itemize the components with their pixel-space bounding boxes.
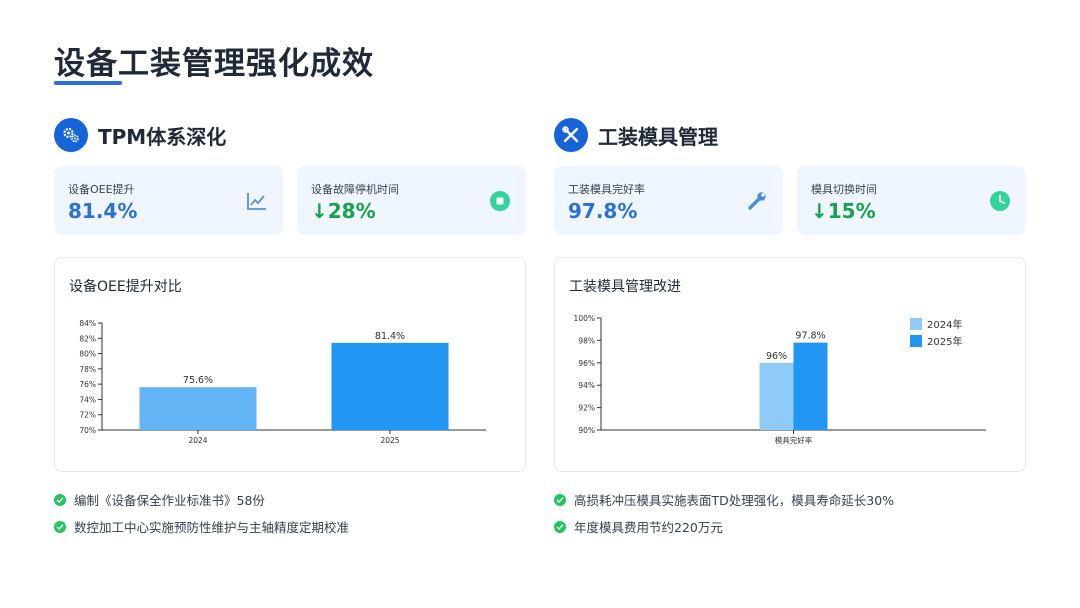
y-tick-label: 98% [578,336,595,345]
bullet-item: 年度模具费用节约220万元 [554,517,723,536]
y-tick-label: 78% [79,365,96,374]
oee-bar-chart: 70% 72% 74% 76% 78% 80% 82% 84% 75.6% 2024 81.4% 20… [79,319,486,445]
bullet-text: 编制《设备保全作业标准书》58份 [74,493,265,508]
legend-swatch [910,318,922,330]
y-tick-label: 96% [578,359,595,368]
y-tick-label: 94% [578,381,595,390]
y-tick-label: 80% [79,350,96,359]
check-icon [554,520,566,533]
bullet-item: 编制《设备保全作业标准书》58份 [54,490,265,509]
legend-label: 2024年 [927,318,962,331]
data-label: 97.8% [795,331,825,342]
kpi-label: 模具切换时间 [811,183,877,196]
y-tick-label: 82% [79,334,96,343]
bullet-item: 数控加工中心实施预防性维护与主轴精度定期校准 [54,517,349,536]
page-title: 设备工装管理强化成效 [54,46,374,82]
section-header-tooling: 工装模具管理 [554,118,718,152]
title-underline [54,81,122,85]
kpi-card-oee: 设备OEE提升 81.4% [54,166,283,235]
bar [331,342,449,430]
y-tick-label: 76% [79,380,96,389]
kpi-label: 工装模具完好率 [568,183,645,196]
data-label: 75.6% [183,375,213,386]
kpi-card-changeover: 模具切换时间 ↓15% [797,166,1026,235]
bar [793,342,828,430]
tools-icon [554,118,588,152]
section-title: 工装模具管理 [598,124,718,149]
check-icon [54,520,66,533]
y-tick-label: 70% [79,426,96,435]
line-chart-icon [245,189,269,213]
y-tick-label: 90% [578,426,595,435]
bar [139,387,257,430]
bullet-item: 高损耗冲压模具实施表面TD处理强化，模具寿命延长30% [554,490,894,509]
kpi-value: 97.8% [568,199,638,223]
legend-label: 2025年 [927,335,962,348]
stop-circle-icon [488,189,512,213]
x-tick-label: 2024 [188,436,207,445]
section-header-tpm: TPM体系深化 [54,118,226,152]
y-tick-label: 100% [574,314,595,323]
y-tick-label: 84% [79,319,96,328]
bar [759,362,794,430]
y-tick-label: 92% [578,404,595,413]
bullet-text: 数控加工中心实施预防性维护与主轴精度定期校准 [74,520,350,535]
kpi-card-downtime: 设备故障停机时间 ↓28% [297,166,526,235]
tooling-bar-chart: 90% 92% 94% 96% 98% 100% 96% 97.8% 模具完好率 2024年 202… [574,314,986,445]
bullet-text: 高损耗冲压模具实施表面TD处理强化，模具寿命延长30% [574,493,895,508]
y-tick-label: 74% [79,395,96,404]
x-tick-label: 2025 [380,436,399,445]
y-tick-label: 72% [79,411,96,420]
wrench-icon [745,189,769,213]
legend-swatch [910,335,922,347]
data-label: 81.4% [375,331,405,342]
kpi-value: 81.4% [68,199,138,223]
data-label: 96% [766,351,787,362]
section-title: TPM体系深化 [98,124,227,149]
kpi-label: 设备故障停机时间 [311,183,399,196]
kpi-label: 设备OEE提升 [68,183,135,196]
clock-icon [988,189,1012,213]
kpi-value: ↓15% [811,199,876,223]
chart-card-oee: 设备OEE提升对比 70% 72% 74% 76% 78% 80% 82% 84% 75.6% 2… [54,257,526,472]
gears-icon [54,118,88,152]
bullet-text: 年度模具费用节约220万元 [574,520,723,535]
check-icon [554,493,566,506]
kpi-value: ↓28% [311,199,376,223]
check-icon [54,493,66,506]
chart-card-tooling: 工装模具管理改进 90% 92% 94% 96% 98% 100% 96% 97.8% 模具完好… [554,257,1026,472]
x-tick-label: 模具完好率 [775,435,813,445]
kpi-card-intact-rate: 工装模具完好率 97.8% [554,166,783,235]
